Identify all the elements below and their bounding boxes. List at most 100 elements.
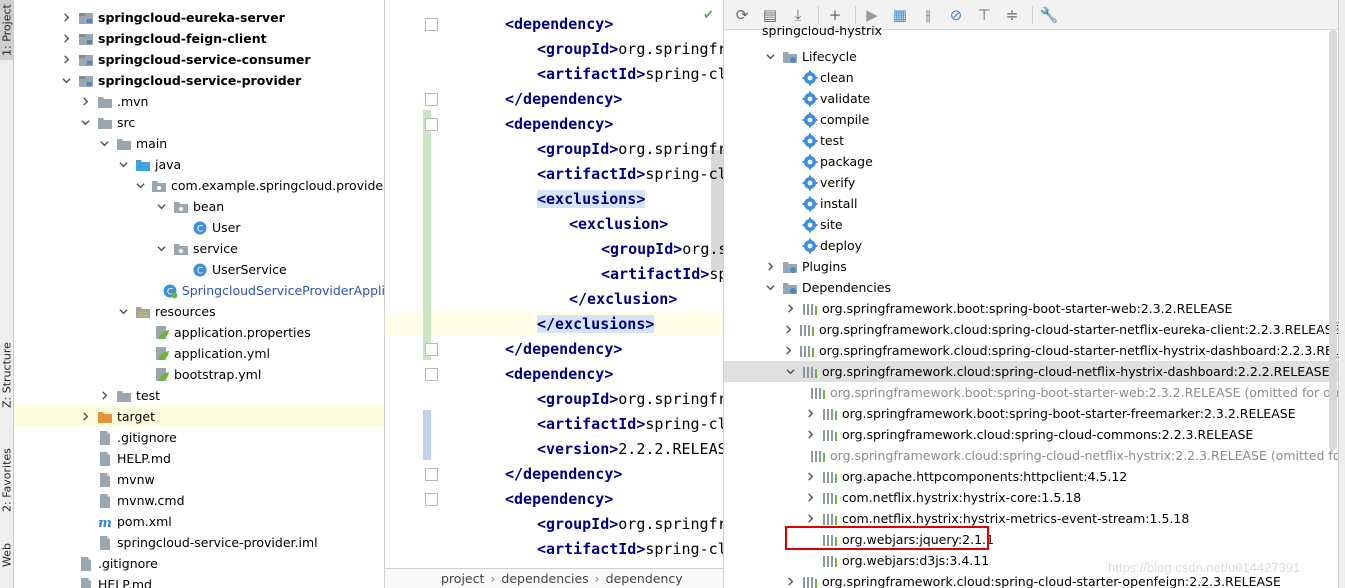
code-line[interactable]: <artifactId>spring-cloud-netflix-hystrix… xyxy=(537,412,723,437)
tree-item[interactable]: springcloud-service-provider xyxy=(14,70,384,91)
tree-item[interactable]: C User xyxy=(14,217,384,238)
tree-item[interactable]: C SpringcloudServiceProviderAppli xyxy=(14,280,384,301)
run-icon[interactable]: ▶ xyxy=(860,3,884,27)
chevron-right-icon[interactable] xyxy=(784,345,793,357)
show-dependencies-icon[interactable]: ⊤ xyxy=(972,3,996,27)
chevron-right-icon[interactable] xyxy=(784,303,796,315)
lifecycle-goal[interactable]: install xyxy=(724,193,1338,214)
tree-item[interactable]: m pom.xml xyxy=(14,511,384,532)
lifecycle-goal[interactable]: compile xyxy=(724,109,1338,130)
lifecycle-goal[interactable]: test xyxy=(724,130,1338,151)
tree-item[interactable]: target xyxy=(14,406,384,427)
code-line[interactable]: <groupId>org.springframework.boot xyxy=(601,237,723,262)
tree-item[interactable]: springcloud-service-provider.iml xyxy=(14,532,384,553)
chevron-right-icon[interactable] xyxy=(60,54,72,66)
chevron-right-icon[interactable] xyxy=(79,411,91,423)
lifecycle-goal[interactable]: verify xyxy=(724,172,1338,193)
maven-scrollbar[interactable] xyxy=(1329,30,1337,450)
lifecycle-goal[interactable]: package xyxy=(724,151,1338,172)
maven-tree-item[interactable]: Dependencies xyxy=(724,277,1338,298)
chevron-right-icon[interactable] xyxy=(804,471,816,483)
chevron-right-icon[interactable] xyxy=(60,33,72,45)
collapse-all-icon[interactable]: ≑ xyxy=(1000,3,1024,27)
tree-item[interactable]: HELP.md xyxy=(14,448,384,469)
maven-tree-item[interactable]: Lifecycle xyxy=(724,46,1338,67)
dependency-item[interactable]: org.springframework.cloud:spring-cloud-s… xyxy=(724,319,1338,340)
chevron-down-icon[interactable] xyxy=(784,366,796,378)
chevron-right-icon[interactable] xyxy=(804,492,816,504)
chevron-right-icon[interactable] xyxy=(60,12,72,24)
code-line[interactable]: <dependency> xyxy=(505,362,613,387)
code-line[interactable]: <groupId>org.springframework.cloud xyxy=(537,387,723,412)
chevron-down-icon[interactable] xyxy=(155,243,167,255)
chevron-right-icon[interactable] xyxy=(804,429,816,441)
code-line[interactable]: <groupId>org.springframework.cloud xyxy=(537,37,723,62)
code-line[interactable]: <groupId>org.springframework.cloud xyxy=(537,512,723,537)
dependency-item[interactable]: org.springframework.cloud:spring-cloud-n… xyxy=(724,361,1338,382)
code-line[interactable]: <artifactId>spring-cloud-starter-netflix… xyxy=(537,62,723,87)
tree-item[interactable]: .mvn xyxy=(14,91,384,112)
code-line[interactable]: </exclusion> xyxy=(569,287,677,312)
dependency-item[interactable]: org.springframework.cloud:spring-cloud-s… xyxy=(724,340,1338,361)
chevron-down-icon[interactable] xyxy=(117,306,129,318)
fold-marker-icon[interactable] xyxy=(425,93,438,106)
dependency-item[interactable]: org.apache.httpcomponents:httpclient:4.5… xyxy=(724,466,1338,487)
code-line[interactable]: </dependency> xyxy=(505,462,622,487)
fold-marker-icon[interactable] xyxy=(425,468,438,481)
chevron-right-icon[interactable] xyxy=(784,324,793,336)
chevron-down-icon[interactable] xyxy=(117,159,129,171)
tree-item[interactable]: springcloud-eureka-server xyxy=(14,7,384,28)
fold-marker-icon[interactable] xyxy=(425,343,438,356)
code-line[interactable]: <dependency> xyxy=(505,112,613,137)
fold-marker-icon[interactable] xyxy=(425,118,438,131)
tab-favorites[interactable]: 2: Favorites xyxy=(0,440,14,520)
tree-item[interactable]: bootstrap.yml xyxy=(14,364,384,385)
chevron-down-icon[interactable] xyxy=(155,201,167,213)
fold-marker-icon[interactable] xyxy=(425,18,438,31)
dependency-item[interactable]: org.springframework.cloud:spring-cloud-c… xyxy=(724,424,1338,445)
code-line[interactable]: <artifactId>spring-cloud-starter-openfei… xyxy=(537,537,723,562)
lifecycle-goal[interactable]: site xyxy=(724,214,1338,235)
code-line[interactable]: <version>2.2.2.RELEASE</version> xyxy=(537,437,723,462)
add-icon[interactable]: + xyxy=(823,3,847,27)
tab-web[interactable]: Web xyxy=(0,535,14,575)
wrench-icon[interactable]: 🔧 xyxy=(1037,3,1061,27)
breadcrumb-item[interactable]: dependencies xyxy=(501,571,588,586)
tree-item[interactable]: C UserService xyxy=(14,259,384,280)
tree-item[interactable]: springcloud-feign-client xyxy=(14,28,384,49)
tree-item[interactable]: main xyxy=(14,133,384,154)
chevron-down-icon[interactable] xyxy=(79,117,91,129)
tree-item[interactable]: application.properties xyxy=(14,322,384,343)
tree-item[interactable]: HELP.md xyxy=(14,574,384,588)
chevron-down-icon[interactable] xyxy=(764,282,776,294)
tree-item[interactable]: .gitignore xyxy=(14,427,384,448)
skip-tests-icon[interactable]: ⊘ xyxy=(944,3,968,27)
dependency-item[interactable]: com.netflix.hystrix:hystrix-core:1.5.18 xyxy=(724,487,1338,508)
tree-item[interactable]: application.yml xyxy=(14,343,384,364)
tree-item[interactable]: mvnw xyxy=(14,469,384,490)
tab-project[interactable]: 1: Project xyxy=(0,0,14,60)
code-line[interactable]: <dependency> xyxy=(505,487,613,512)
execute-goal-icon[interactable]: ▦ xyxy=(888,3,912,27)
dependency-item[interactable]: org.springframework.boot:spring-boot-sta… xyxy=(724,382,1338,403)
chevron-right-icon[interactable] xyxy=(784,576,796,588)
code-line[interactable]: </dependency> xyxy=(505,337,622,362)
breadcrumb-item[interactable]: dependency xyxy=(606,571,683,586)
chevron-right-icon[interactable] xyxy=(764,261,776,273)
reimport-icon[interactable]: ⟳ xyxy=(730,3,754,27)
code-line[interactable]: <exclusions> xyxy=(537,187,646,212)
toggle-offline-icon[interactable]: ⫲ xyxy=(916,3,940,27)
maven-tree-item[interactable]: Plugins xyxy=(724,256,1338,277)
lifecycle-goal[interactable]: clean xyxy=(724,67,1338,88)
code-line[interactable]: <exclusion> xyxy=(569,212,668,237)
tree-item[interactable]: bean xyxy=(14,196,384,217)
breadcrumb-item[interactable]: project xyxy=(441,571,484,586)
fold-marker-icon[interactable] xyxy=(425,368,438,381)
code-line[interactable]: <dependency> xyxy=(505,12,613,37)
chevron-down-icon[interactable] xyxy=(98,138,110,150)
chevron-right-icon[interactable] xyxy=(98,390,110,402)
tree-item[interactable]: .gitignore xyxy=(14,553,384,574)
code-line[interactable]: <artifactId>spring-cloud-netflix-hystrix… xyxy=(537,162,723,187)
tree-item[interactable]: mvnw.cmd xyxy=(14,490,384,511)
code-line[interactable]: </dependency> xyxy=(505,87,622,112)
